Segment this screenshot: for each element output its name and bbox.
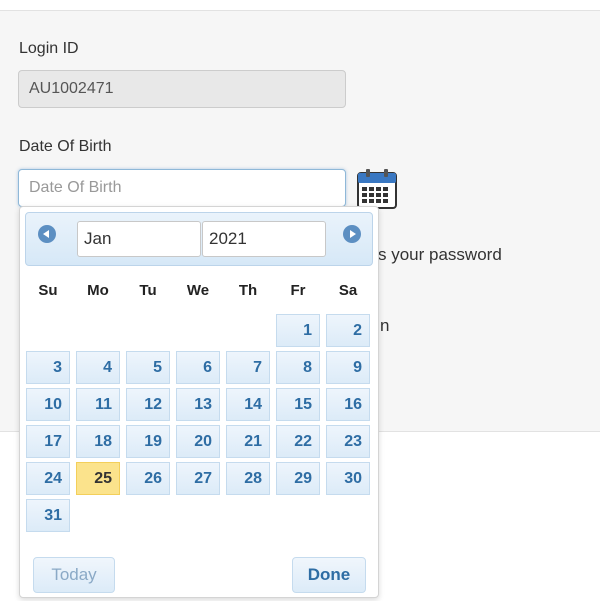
day-cell-27[interactable]: 27 — [176, 462, 220, 495]
day-cell-16[interactable]: 16 — [326, 388, 370, 421]
weekday-tu: Tu — [139, 282, 157, 299]
day-cell-1[interactable]: 1 — [276, 314, 320, 347]
dob-label: Date Of Birth — [19, 138, 112, 155]
behind-link-text: n — [380, 316, 390, 335]
day-cell-11[interactable]: 11 — [76, 388, 120, 421]
done-button[interactable]: Done — [292, 557, 366, 593]
day-cell-28[interactable]: 28 — [226, 462, 270, 495]
datepicker: Jan 2021 Su Mo Tu We Th Fr Sa 1 2 3 4 5 6 7 8 9 10 11 12 1… — [19, 206, 379, 598]
day-cell-2[interactable]: 2 — [326, 314, 370, 347]
day-cell-21[interactable]: 21 — [226, 425, 270, 458]
day-cell-10[interactable]: 10 — [26, 388, 70, 421]
login-id-field: AU1002471 — [18, 70, 346, 108]
month-select[interactable]: Jan — [77, 221, 201, 257]
datepicker-header: Jan 2021 — [25, 212, 373, 266]
day-cell-4[interactable]: 4 — [76, 351, 120, 384]
day-cell-14[interactable]: 14 — [226, 388, 270, 421]
weekday-we: We — [186, 282, 210, 299]
day-cell-31[interactable]: 31 — [26, 499, 70, 532]
weekday-su: Su — [38, 282, 58, 299]
year-select[interactable]: 2021 — [202, 221, 326, 257]
day-cell-24[interactable]: 24 — [26, 462, 70, 495]
weekday-mo: Mo — [87, 282, 109, 299]
calendar-icon[interactable] — [356, 168, 398, 210]
dob-input[interactable] — [18, 169, 346, 207]
prev-month-icon[interactable] — [38, 225, 56, 243]
weekday-sa: Sa — [338, 282, 358, 299]
day-cell-29[interactable]: 29 — [276, 462, 320, 495]
weekday-th: Th — [238, 282, 258, 299]
next-month-icon[interactable] — [343, 225, 361, 243]
day-cell-9[interactable]: 9 — [326, 351, 370, 384]
day-cell-30[interactable]: 30 — [326, 462, 370, 495]
day-cell-18[interactable]: 18 — [76, 425, 120, 458]
day-cell-8[interactable]: 8 — [276, 351, 320, 384]
day-cell-7[interactable]: 7 — [226, 351, 270, 384]
day-cell-25[interactable]: 25 — [76, 462, 120, 495]
day-cell-20[interactable]: 20 — [176, 425, 220, 458]
weekday-fr: Fr — [290, 282, 306, 299]
login-id-label: Login ID — [19, 40, 79, 57]
day-cell-3[interactable]: 3 — [26, 351, 70, 384]
day-cell-17[interactable]: 17 — [26, 425, 70, 458]
day-cell-12[interactable]: 12 — [126, 388, 170, 421]
day-cell-19[interactable]: 19 — [126, 425, 170, 458]
day-cell-22[interactable]: 22 — [276, 425, 320, 458]
day-cell-5[interactable]: 5 — [126, 351, 170, 384]
day-cell-26[interactable]: 26 — [126, 462, 170, 495]
day-cell-23[interactable]: 23 — [326, 425, 370, 458]
password-hint-text: s your password — [378, 245, 502, 264]
day-cell-13[interactable]: 13 — [176, 388, 220, 421]
day-cell-6[interactable]: 6 — [176, 351, 220, 384]
day-cell-15[interactable]: 15 — [276, 388, 320, 421]
today-button[interactable]: Today — [33, 557, 115, 593]
